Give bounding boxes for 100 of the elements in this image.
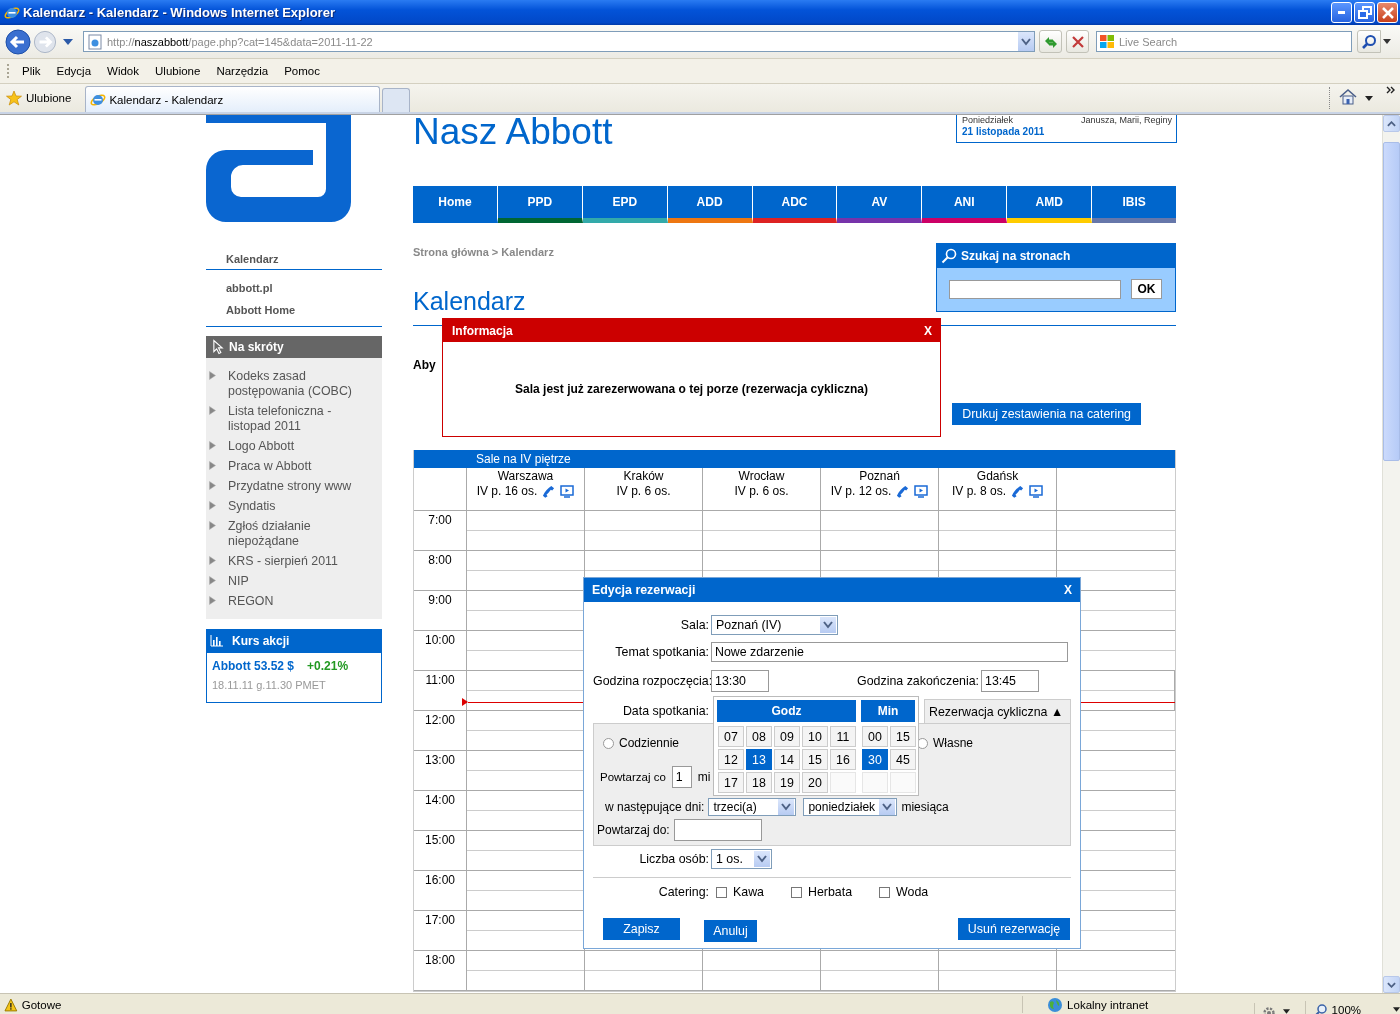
close-button[interactable]: X bbox=[916, 323, 940, 338]
checkbox-label[interactable]: Woda bbox=[896, 885, 929, 899]
hour-option[interactable]: 15 bbox=[802, 749, 828, 770]
sidebar-link[interactable]: abbott.pl bbox=[226, 281, 382, 295]
checkbox[interactable] bbox=[879, 886, 891, 898]
hour-option[interactable]: 16 bbox=[830, 749, 856, 770]
scrollbar[interactable] bbox=[1382, 115, 1400, 993]
people-select[interactable]: 1 os. bbox=[711, 849, 772, 869]
shortcut-link[interactable]: Lista telefoniczna - listopad 2011 bbox=[228, 404, 374, 434]
menu-item[interactable]: Plik bbox=[20, 65, 49, 77]
minute-option[interactable]: 00 bbox=[862, 726, 888, 747]
nav-tab[interactable]: ADC bbox=[752, 186, 838, 223]
search-button[interactable] bbox=[1357, 30, 1381, 53]
hour-option[interactable]: 08 bbox=[746, 726, 772, 747]
dropdown-icon[interactable] bbox=[1383, 39, 1391, 44]
search-input[interactable] bbox=[949, 279, 1121, 299]
radio-label[interactable]: Codziennie bbox=[619, 736, 680, 750]
catering-print-button[interactable]: Drukuj zestawienia na catering bbox=[952, 403, 1141, 425]
hour-option[interactable]: 09 bbox=[774, 726, 800, 747]
ok-button[interactable]: OK bbox=[1131, 279, 1162, 299]
checkbox[interactable] bbox=[716, 886, 727, 898]
nav-tab[interactable]: AV bbox=[837, 186, 923, 223]
nav-tab[interactable]: PPD bbox=[497, 186, 583, 223]
dropdown-icon[interactable] bbox=[1393, 1007, 1400, 1012]
favorites-button[interactable]: Ulubione bbox=[0, 85, 86, 111]
menu-item[interactable]: Edycja bbox=[54, 65, 100, 77]
dropdown-icon[interactable] bbox=[63, 38, 73, 45]
nav-tab[interactable]: EPD bbox=[582, 186, 668, 223]
shortcut-link[interactable]: Syndatis bbox=[228, 499, 374, 514]
shortcut-link[interactable]: Logo Abbott bbox=[228, 439, 374, 454]
close-button[interactable]: X bbox=[1056, 583, 1080, 597]
start-time-field[interactable]: 13:30 bbox=[711, 670, 769, 692]
logo[interactable] bbox=[206, 115, 351, 222]
shortcut-link[interactable]: Kodeks zasad postępowania (COBC) bbox=[228, 369, 374, 399]
nav-tab[interactable]: ADD bbox=[667, 186, 753, 223]
checkbox[interactable] bbox=[791, 886, 802, 898]
minute-option[interactable]: 45 bbox=[890, 749, 916, 770]
cancel-button[interactable]: Anuluj bbox=[704, 920, 757, 942]
dropdown-button[interactable] bbox=[778, 799, 795, 815]
save-button[interactable]: Zapisz bbox=[603, 918, 680, 940]
shortcut-link[interactable]: Zgłoś działanie niepożądane bbox=[228, 519, 374, 549]
hour-option[interactable]: 19 bbox=[774, 772, 800, 793]
checkbox-label[interactable]: Herbata bbox=[808, 885, 853, 899]
room-name: Warszawa bbox=[497, 469, 554, 484]
hour-option[interactable]: 20 bbox=[802, 772, 828, 793]
sidebar-link[interactable]: Abbott Home bbox=[226, 303, 382, 317]
hour-option[interactable]: 17 bbox=[718, 772, 744, 793]
shortcut-link[interactable]: KRS - sierpień 2011 bbox=[228, 554, 374, 569]
weekday-select[interactable]: poniedziałek bbox=[803, 798, 898, 816]
hour-option[interactable]: 13 bbox=[746, 749, 772, 770]
shortcut-link[interactable]: Praca w Abbott bbox=[228, 459, 374, 474]
restore-button[interactable] bbox=[1354, 2, 1375, 23]
minimize-button[interactable] bbox=[1331, 2, 1352, 23]
hour-option[interactable]: 12 bbox=[718, 749, 744, 770]
dropdown-button[interactable] bbox=[820, 617, 836, 633]
hour-option[interactable]: 11 bbox=[830, 726, 856, 747]
shortcut-link[interactable]: REGON bbox=[228, 594, 374, 609]
radio-label[interactable]: Własne bbox=[933, 736, 973, 750]
dropdown-button[interactable] bbox=[1018, 32, 1034, 51]
search-field[interactable]: Live Search bbox=[1096, 31, 1352, 52]
menu-item[interactable]: Widok bbox=[105, 65, 147, 77]
interval-field[interactable]: 1 bbox=[671, 766, 692, 788]
menu-item[interactable]: Narzędzia bbox=[214, 65, 277, 77]
subject-field[interactable]: Nowe zdarzenie bbox=[711, 642, 1068, 662]
menu-item[interactable]: Pomoc bbox=[282, 65, 328, 77]
radio-button[interactable] bbox=[603, 737, 614, 749]
dropdown-button[interactable] bbox=[754, 851, 770, 867]
minute-option[interactable]: 15 bbox=[890, 726, 916, 747]
ordinal-select[interactable]: trzeci(a) bbox=[708, 798, 797, 816]
sidebar-link[interactable]: Kalendarz bbox=[226, 252, 382, 266]
delete-button[interactable]: Usuń rezerwację bbox=[958, 918, 1070, 940]
back-button[interactable] bbox=[4, 28, 31, 55]
home-icon[interactable] bbox=[1339, 88, 1357, 106]
zoom-level[interactable]: 100% bbox=[1331, 1003, 1361, 1014]
dropdown-icon[interactable] bbox=[1365, 96, 1373, 101]
end-date-field[interactable] bbox=[673, 819, 762, 841]
chevron-icon[interactable] bbox=[1386, 86, 1396, 94]
dropdown-icon[interactable] bbox=[1283, 1009, 1291, 1014]
shortcut-link[interactable]: NIP bbox=[228, 574, 374, 589]
minute-option[interactable]: 30 bbox=[862, 749, 888, 770]
nav-tab[interactable]: Home bbox=[413, 186, 498, 223]
dropdown-button[interactable] bbox=[879, 799, 896, 815]
browser-tab[interactable]: Kalendarz - Kalendarz bbox=[85, 86, 381, 112]
menu-item[interactable]: Ulubione bbox=[153, 65, 209, 77]
checkbox-label[interactable]: Kawa bbox=[733, 885, 764, 899]
stop-button[interactable] bbox=[1066, 30, 1089, 53]
address-field[interactable]: http://naszabbott/page.php?cat=145&data=2011-11-22 bbox=[83, 31, 1035, 52]
room-select[interactable]: Poznań (IV) bbox=[711, 615, 838, 635]
hour-option[interactable]: 10 bbox=[802, 726, 828, 747]
hour-option[interactable]: 18 bbox=[746, 772, 772, 793]
refresh-button[interactable] bbox=[1039, 30, 1062, 53]
hour-option[interactable]: 14 bbox=[774, 749, 800, 770]
shortcut-link[interactable]: Przydatne strony www bbox=[228, 479, 374, 494]
nav-tab[interactable]: IBIS bbox=[1092, 186, 1176, 223]
nav-tab[interactable]: AMD bbox=[1007, 186, 1093, 223]
hour-option[interactable]: 07 bbox=[718, 726, 744, 747]
close-button[interactable] bbox=[1377, 2, 1398, 23]
end-time-field[interactable]: 13:45 bbox=[981, 670, 1039, 692]
nav-tab[interactable]: ANI bbox=[922, 186, 1008, 223]
recurrence-toggle[interactable]: Rezerwacja cykliczna ▲ bbox=[924, 699, 1071, 723]
